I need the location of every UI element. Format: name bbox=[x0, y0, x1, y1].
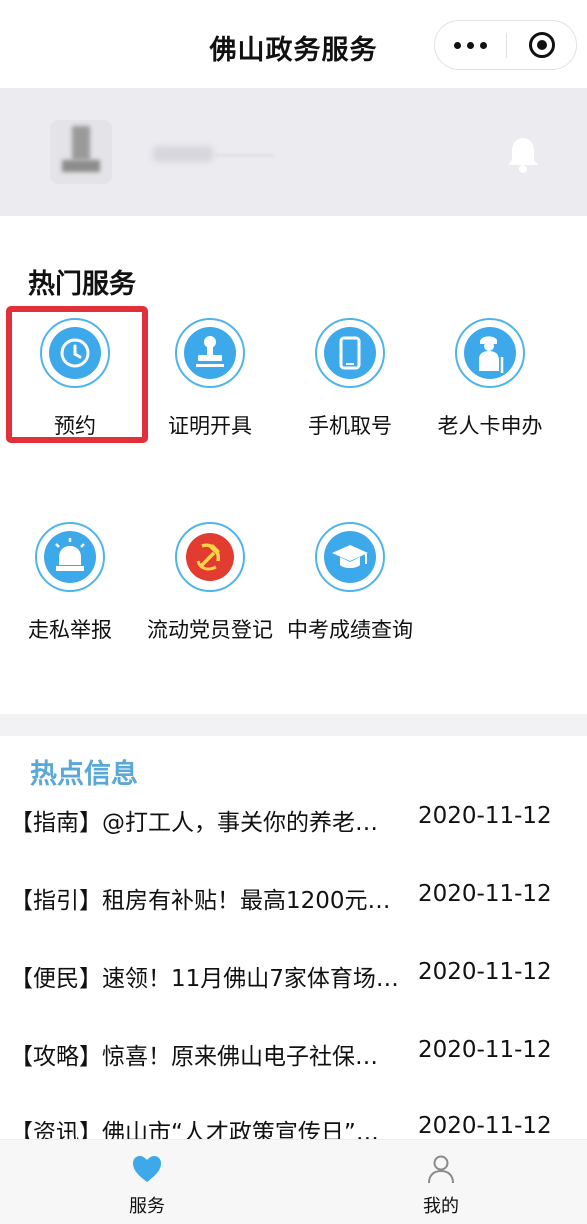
news-item[interactable]: 【指南】@打工人，事关你的养老… 2020-11-12 bbox=[10, 803, 580, 853]
tab-label: 服务 bbox=[129, 1196, 165, 1217]
avatar[interactable] bbox=[50, 120, 112, 184]
hot-services-heading: 热门服务 bbox=[28, 269, 136, 300]
service-exam-score-query[interactable]: 中考成绩查询 bbox=[280, 522, 418, 662]
news-item[interactable]: 【攻略】惊喜！原来佛山电子社保… 2020-11-12 bbox=[10, 1037, 580, 1087]
service-smuggling-report[interactable]: 走私举报 bbox=[0, 522, 138, 662]
more-dots-icon bbox=[454, 41, 461, 49]
service-elderly-card[interactable]: 老人卡申办 bbox=[420, 318, 558, 458]
user-profile-band bbox=[0, 88, 587, 216]
stamp-icon bbox=[196, 336, 224, 367]
tab-label: 我的 bbox=[423, 1196, 459, 1217]
more-dots-icon bbox=[467, 41, 474, 49]
alarm-light-icon bbox=[55, 538, 85, 571]
service-label: 中考成绩查询 bbox=[287, 618, 413, 642]
section-divider bbox=[0, 714, 587, 736]
hot-news-heading: 热点信息 bbox=[30, 759, 138, 790]
more-menu-button[interactable] bbox=[435, 21, 506, 69]
news-headline: 【攻略】惊喜！原来佛山电子社保… bbox=[10, 1044, 378, 1070]
news-date: 2020-11-12 bbox=[418, 959, 552, 985]
news-headline: 【指南】@打工人，事关你的养老… bbox=[10, 810, 378, 836]
service-phone-queue[interactable]: 手机取号 bbox=[280, 318, 418, 458]
service-label: 老人卡申办 bbox=[437, 414, 543, 438]
tab-services[interactable]: 服务 bbox=[67, 1140, 227, 1224]
elderly-icon bbox=[479, 336, 504, 373]
news-item[interactable]: 【便民】速领！11月佛山7家体育场… 2020-11-12 bbox=[10, 959, 580, 1009]
clock-icon bbox=[60, 338, 90, 368]
service-party-member-registration[interactable]: 流动党员登记 bbox=[140, 522, 278, 662]
bottom-tab-bar: 服务 我的 bbox=[0, 1139, 587, 1224]
title-bar: 佛山政务服务 bbox=[0, 0, 587, 88]
graduation-cap-icon bbox=[332, 545, 368, 568]
more-dots-icon bbox=[480, 41, 487, 49]
news-headline: 【便民】速领！11月佛山7家体育场… bbox=[10, 966, 399, 992]
username-blurred bbox=[153, 146, 213, 162]
phone-icon bbox=[339, 336, 361, 370]
username-blurred-line bbox=[214, 154, 274, 157]
close-mini-program-button[interactable] bbox=[507, 21, 577, 69]
heart-icon bbox=[133, 1156, 161, 1182]
news-item[interactable]: 【指引】租房有补贴！最高1200元… 2020-11-12 bbox=[10, 881, 580, 931]
mini-program-capsule bbox=[434, 20, 577, 70]
news-date: 2020-11-12 bbox=[418, 881, 552, 907]
news-headline: 【指引】租房有补贴！最高1200元… bbox=[10, 888, 391, 914]
hammer-sickle-icon bbox=[186, 533, 234, 581]
tab-mine[interactable]: 我的 bbox=[361, 1140, 521, 1224]
target-close-icon bbox=[529, 32, 555, 58]
bell-icon[interactable] bbox=[502, 134, 544, 176]
news-date: 2020-11-12 bbox=[418, 803, 552, 829]
person-icon bbox=[428, 1155, 454, 1184]
news-date: 2020-11-12 bbox=[418, 1113, 552, 1139]
service-certificate[interactable]: 证明开具 bbox=[140, 318, 278, 458]
news-date: 2020-11-12 bbox=[418, 1037, 552, 1063]
